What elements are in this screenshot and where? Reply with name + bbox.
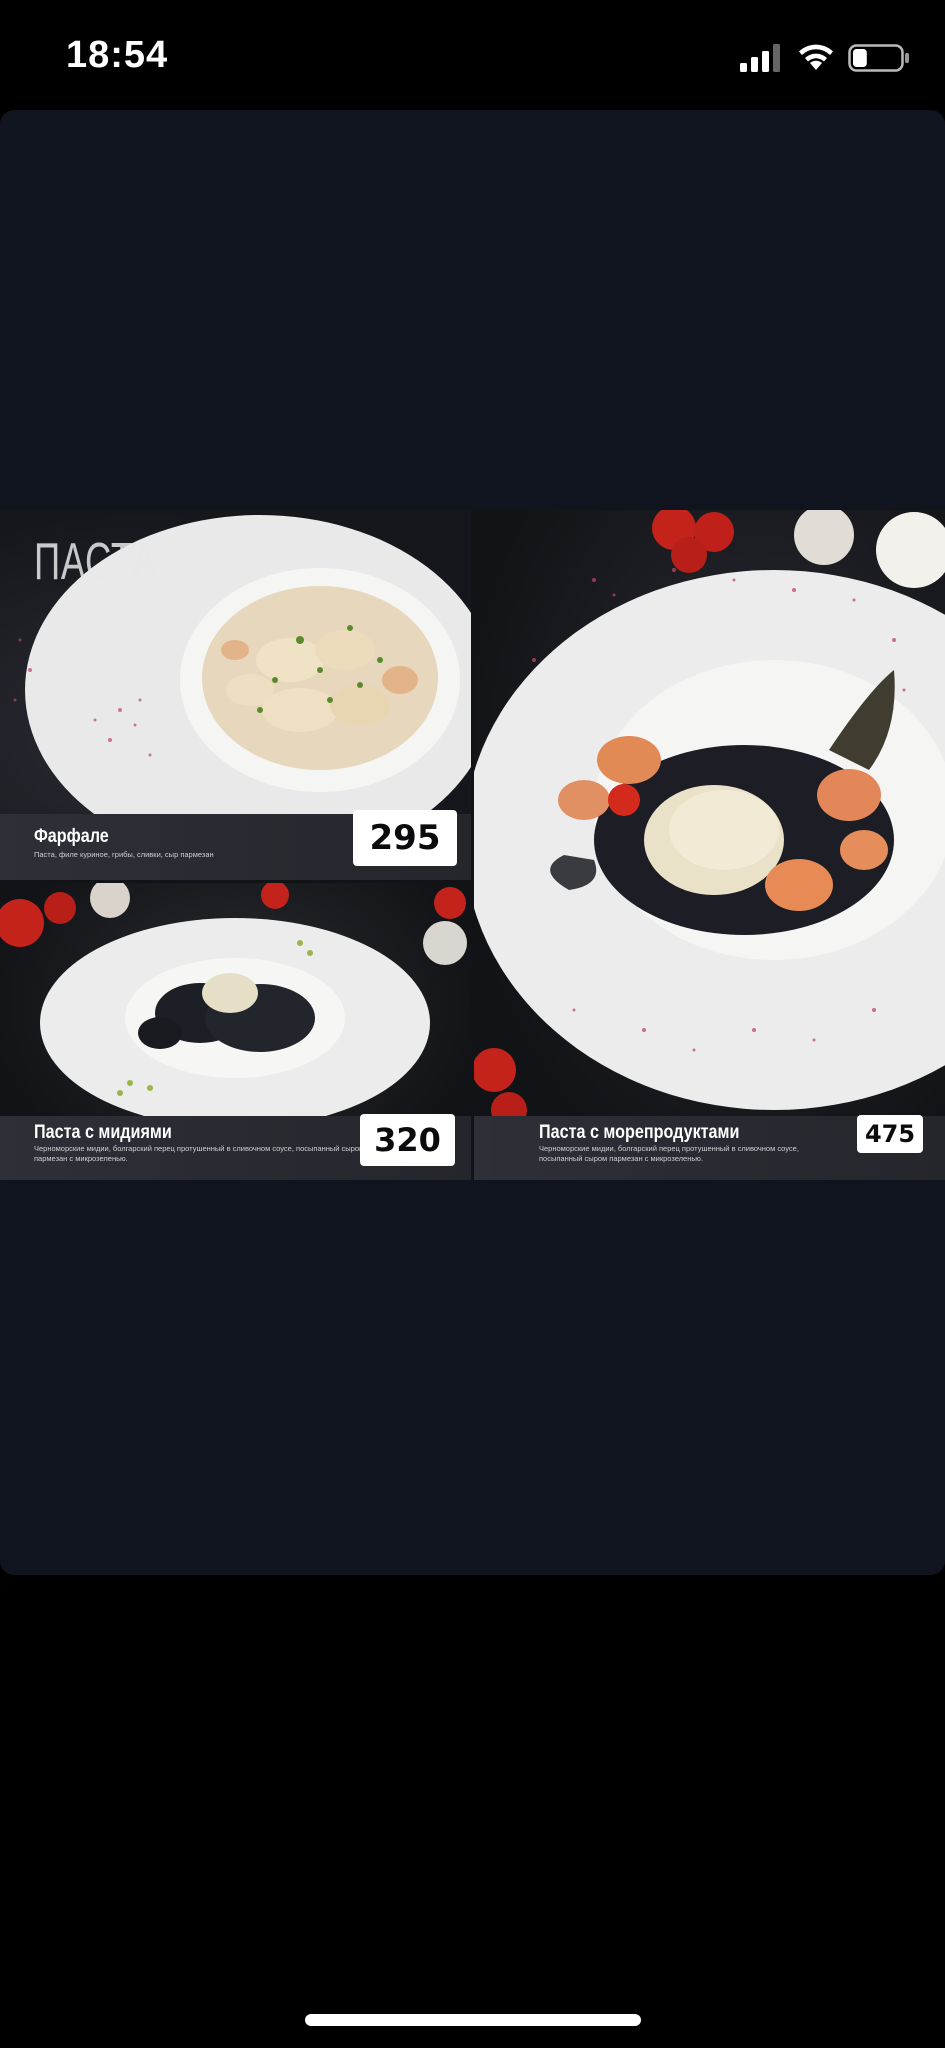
cellular-signal-icon <box>740 44 780 72</box>
status-bar: 18:54 <box>0 0 945 110</box>
dish-description: Черноморские мидии, болгарский перец про… <box>539 1144 799 1163</box>
menu-item-mussels: Паста с мидиями Черноморские мидии, болг… <box>0 883 471 1180</box>
dish-name: Паста с морепродуктами <box>539 1122 740 1143</box>
image-viewer[interactable]: ПАСТА Фарфале Паста, филе куриное, грибы… <box>0 110 945 1575</box>
home-indicator[interactable] <box>305 2014 641 2026</box>
menu-item-farfalle: ПАСТА Фарфале Паста, филе куриное, грибы… <box>0 510 471 880</box>
dish-name: Фарфале <box>34 826 109 847</box>
menu-item-seafood: Паста с морепродуктами Черноморские миди… <box>474 510 945 1180</box>
battery-icon <box>848 44 909 72</box>
dish-name: Паста с мидиями <box>34 1122 172 1143</box>
status-time: 18:54 <box>66 34 169 76</box>
price-tag: 475 <box>857 1115 923 1153</box>
price-tag: 320 <box>360 1114 455 1166</box>
price-tag: 295 <box>353 810 457 866</box>
dish-description: Паста, филе куриное, грибы, сливки, сыр … <box>34 850 214 859</box>
seafood-dish-illustration <box>474 510 945 1128</box>
section-title: ПАСТА <box>34 533 158 591</box>
dish-description: Черноморские мидии, болгарский перец про… <box>34 1144 365 1163</box>
wifi-icon <box>799 44 833 70</box>
menu-image: ПАСТА Фарфале Паста, филе куриное, грибы… <box>0 510 945 1180</box>
